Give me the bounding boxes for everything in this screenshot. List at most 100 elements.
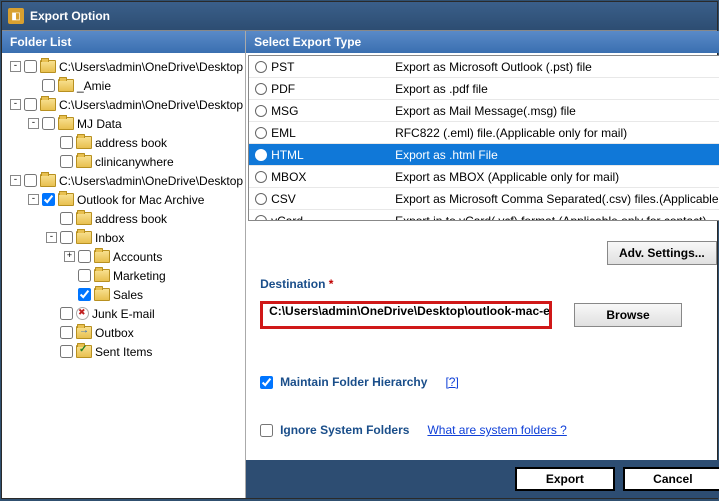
export-radio[interactable] [255, 171, 267, 183]
tree-item[interactable]: - MJ Data [4, 114, 243, 133]
export-type-row[interactable]: EMLRFC822 (.eml) file.(Applicable only f… [249, 122, 719, 144]
folder-label: address book [95, 212, 167, 226]
folder-checkbox[interactable] [60, 307, 73, 320]
folder-closed-icon [58, 79, 74, 92]
folder-label: C:\Users\admin\OneDrive\Desktop [59, 98, 243, 112]
tree-item[interactable]: Sent Items [4, 342, 243, 361]
folder-checkbox[interactable] [60, 345, 73, 358]
sent-icon [76, 345, 92, 358]
folder-checkbox[interactable] [60, 155, 73, 168]
export-type-desc: Export as .html File [395, 148, 719, 162]
expand-toggle[interactable]: - [28, 194, 39, 205]
export-radio[interactable] [255, 105, 267, 117]
maintain-hierarchy-row: Maintain Folder Hierarchy [?] [260, 375, 719, 389]
cancel-button[interactable]: Cancel [623, 467, 719, 491]
folder-checkbox[interactable] [24, 174, 37, 187]
ignore-folders-row: Ignore System Folders What are system fo… [260, 423, 719, 437]
export-type-list[interactable]: PSTExport as Microsoft Outlook (.pst) fi… [248, 55, 719, 221]
folder-label: MJ Data [77, 117, 122, 131]
folder-list-pane: Folder List - C:\Users\admin\OneDrive\Des… [2, 31, 246, 498]
export-option-window: ◧ Export Option Folder List - C:\Users\ad… [1, 1, 718, 499]
folder-checkbox[interactable] [42, 79, 55, 92]
export-type-row[interactable]: PSTExport as Microsoft Outlook (.pst) fi… [249, 56, 719, 78]
destination-input[interactable]: C:\Users\admin\OneDrive\Desktop\outlook-… [260, 301, 552, 329]
export-radio[interactable] [255, 215, 267, 222]
export-radio[interactable] [255, 83, 267, 95]
tree-item[interactable]: Sales [4, 285, 243, 304]
folder-checkbox[interactable] [60, 212, 73, 225]
folder-checkbox[interactable] [60, 136, 73, 149]
export-radio[interactable] [255, 61, 267, 73]
destination-row: C:\Users\admin\OneDrive\Desktop\outlook-… [260, 301, 719, 329]
folder-label: Sent Items [95, 345, 152, 359]
expand-toggle[interactable]: - [10, 175, 21, 186]
advanced-settings-button[interactable]: Adv. Settings... [607, 241, 717, 265]
folder-closed-icon [76, 136, 92, 149]
system-folders-help-link[interactable]: What are system folders ? [427, 423, 566, 437]
expand-toggle[interactable]: - [10, 61, 21, 72]
folder-checkbox[interactable] [42, 193, 55, 206]
folder-open-icon [58, 193, 74, 206]
export-type-name: MSG [271, 104, 395, 118]
export-type-row[interactable]: MSGExport as Mail Message(.msg) file [249, 100, 719, 122]
export-button[interactable]: Export [515, 467, 615, 491]
folder-tree[interactable]: -C:\Users\admin\OneDrive\Desktop_Amie-C:… [2, 53, 245, 498]
export-type-row[interactable]: HTMLExport as .html File [249, 144, 719, 166]
folder-label: Marketing [113, 269, 166, 283]
export-radio[interactable] [255, 127, 267, 139]
folder-label: address book [95, 136, 167, 150]
titlebar[interactable]: ◧ Export Option [2, 2, 717, 30]
folder-checkbox[interactable] [78, 269, 91, 282]
folder-checkbox[interactable] [78, 250, 91, 263]
folder-closed-icon [94, 288, 110, 301]
folder-checkbox[interactable] [24, 98, 37, 111]
folder-open-icon [58, 117, 74, 130]
tree-item[interactable]: -Outlook for Mac Archive [4, 190, 243, 209]
folder-checkbox[interactable] [60, 326, 73, 339]
export-type-name: PST [271, 60, 395, 74]
folder-open-icon [40, 98, 56, 111]
export-radio[interactable] [255, 193, 267, 205]
tree-item[interactable]: -C:\Users\admin\OneDrive\Desktop [4, 171, 243, 190]
tree-item[interactable]: address book [4, 209, 243, 228]
tree-item[interactable]: +Accounts [4, 247, 243, 266]
export-type-desc: Export as Microsoft Outlook (.pst) file [395, 60, 719, 74]
tree-item[interactable]: -Inbox [4, 228, 243, 247]
export-type-row[interactable]: CSVExport as Microsoft Comma Separated(.… [249, 188, 719, 210]
folder-checkbox[interactable] [24, 60, 37, 73]
folder-closed-icon [94, 250, 110, 263]
folder-checkbox[interactable] [60, 231, 73, 244]
folder-list-header: Folder List [2, 31, 245, 53]
outbox-icon [76, 326, 92, 339]
maintain-hierarchy-checkbox[interactable] [260, 376, 273, 389]
tree-item[interactable]: Marketing [4, 266, 243, 285]
tree-item[interactable]: clinicanywhere [4, 152, 243, 171]
tree-item[interactable]: Outbox [4, 323, 243, 342]
maintain-hierarchy-label: Maintain Folder Hierarchy [280, 375, 427, 389]
tree-item[interactable]: Junk E-mail [4, 304, 243, 323]
export-type-row[interactable]: vCardExport in to vCard(.vcf) format (Ap… [249, 210, 719, 221]
tree-item[interactable]: - C:\Users\admin\OneDrive\Desktop [4, 95, 243, 114]
ignore-system-folders-checkbox[interactable] [260, 424, 273, 437]
export-type-name: CSV [271, 192, 395, 206]
browse-button[interactable]: Browse [574, 303, 682, 327]
export-type-name: HTML [271, 148, 395, 162]
expand-toggle[interactable]: - [10, 99, 21, 110]
expand-toggle[interactable]: - [46, 232, 57, 243]
export-options-section: Adv. Settings... Destination * C:\Users\… [246, 223, 719, 460]
folder-checkbox[interactable] [42, 117, 55, 130]
export-type-row[interactable]: PDFExport as .pdf file [249, 78, 719, 100]
export-type-desc: RFC822 (.eml) file.(Applicable only for … [395, 126, 719, 140]
export-radio[interactable] [255, 149, 267, 161]
tree-item[interactable]: address book [4, 133, 243, 152]
ignore-folders-label: Ignore System Folders [280, 423, 409, 437]
tree-item[interactable]: -C:\Users\admin\OneDrive\Desktop [4, 57, 243, 76]
expand-toggle[interactable]: - [28, 118, 39, 129]
export-type-row[interactable]: MBOXExport as MBOX (Applicable only for … [249, 166, 719, 188]
expand-toggle[interactable]: + [64, 251, 75, 262]
folder-checkbox[interactable] [78, 288, 91, 301]
export-type-name: EML [271, 126, 395, 140]
maintain-help-link[interactable]: [?] [445, 375, 458, 389]
folder-label: Junk E-mail [92, 307, 155, 321]
tree-item[interactable]: _Amie [4, 76, 243, 95]
